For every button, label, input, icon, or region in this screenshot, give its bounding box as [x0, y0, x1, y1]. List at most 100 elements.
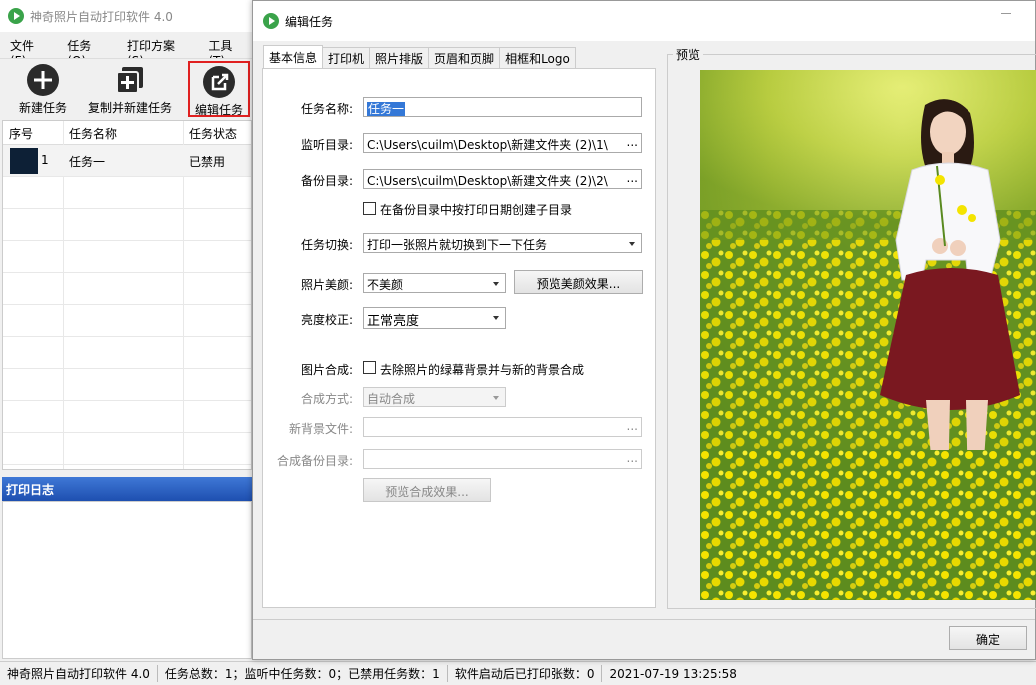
new-bg-input[interactable]: ... [363, 417, 642, 437]
dialog-title-bar: 编辑任务 [253, 1, 1035, 41]
compose-mode-value: 自动合成 [367, 392, 416, 406]
app-icon [8, 8, 24, 24]
tab-printer[interactable]: 打印机 [322, 47, 371, 69]
task-switch-value: 打印一张照片就切换到下一下任务 [367, 238, 548, 252]
dialog-title: 编辑任务 [285, 14, 334, 29]
edit-task-dialog: 编辑任务 基本信息 打印机 照片排版 页眉和页脚 相框和Logo 任务名称: 任… [252, 0, 1036, 660]
table-row-empty [3, 401, 251, 433]
basic-info-panel: 任务名称: 任务一 监听目录: C:\Users\cuilm\Desktop\新… [262, 68, 656, 608]
app-icon [263, 13, 279, 29]
subdir-checkbox[interactable] [363, 202, 376, 215]
plus-icon [27, 64, 59, 96]
table-row-empty [3, 337, 251, 369]
preview-photo-image [700, 70, 1036, 600]
task-table: 序号 任务名称 任务状态 1 任务一 已禁用 [2, 120, 252, 470]
tab-photo-layout[interactable]: 照片排版 [369, 47, 430, 69]
menu-print-plan[interactable]: 打印方案(S) [117, 34, 198, 68]
row-name: 任务一 [69, 155, 106, 169]
edit-task-button[interactable]: 编辑任务 [188, 61, 250, 117]
table-row-empty [3, 241, 251, 273]
backup-dir-value: C:\Users\cuilm\Desktop\新建文件夹 (2)\2\ [367, 174, 608, 188]
new-bg-label: 新背景文件: [288, 422, 353, 436]
chevron-down-icon [493, 396, 499, 400]
brightness-label: 亮度校正: [300, 313, 353, 327]
brightness-select[interactable]: 正常亮度 [363, 307, 506, 329]
task-name-label: 任务名称: [300, 102, 353, 116]
copy-new-task-button[interactable]: 复制并新建任务 [84, 61, 176, 117]
compose-backup-label: 合成备份目录: [276, 454, 353, 468]
status-counts: 任务总数：1；监听中任务数：0；已禁用任务数：1 [158, 665, 448, 682]
new-task-button[interactable]: 新建任务 [12, 61, 74, 117]
task-switch-select[interactable]: 打印一张照片就切换到下一下任务 [363, 233, 642, 253]
compose-label: 图片合成: [300, 363, 353, 377]
copy-add-icon [114, 64, 146, 96]
table-row-empty [3, 177, 251, 209]
main-title: 神奇照片自动打印软件 4.0 [30, 9, 173, 24]
table-row-empty [3, 369, 251, 401]
compose-checkbox[interactable] [363, 361, 376, 374]
row-status: 已禁用 [189, 155, 226, 169]
compose-backup-browse-button[interactable]: ... [627, 451, 638, 465]
beauty-value: 不美颜 [367, 278, 404, 292]
copy-new-task-label: 复制并新建任务 [87, 101, 172, 115]
beauty-label: 照片美颜: [300, 278, 353, 292]
backup-dir-input[interactable]: C:\Users\cuilm\Desktop\新建文件夹 (2)\2\ ... [363, 169, 642, 189]
chevron-down-icon [493, 282, 499, 286]
status-printed: 软件启动后已打印张数：0 [448, 665, 603, 682]
watch-dir-browse-button[interactable]: ... [627, 135, 638, 149]
col-header-name[interactable]: 任务名称 [69, 125, 117, 142]
preview-legend: 预览 [673, 46, 704, 63]
backup-dir-label: 备份目录: [300, 174, 353, 188]
tab-header-footer[interactable]: 页眉和页脚 [428, 47, 501, 69]
status-app: 神奇照片自动打印软件 4.0 [0, 665, 158, 682]
table-row-empty [3, 209, 251, 241]
print-log-area[interactable] [2, 501, 252, 659]
new-task-label: 新建任务 [18, 101, 67, 115]
status-bar: 神奇照片自动打印软件 4.0 任务总数：1；监听中任务数：0；已禁用任务数：1 … [0, 661, 1036, 685]
table-header: 序号 任务名称 任务状态 [3, 121, 251, 145]
col-header-status[interactable]: 任务状态 [189, 125, 237, 142]
tab-frame-logo[interactable]: 相框和Logo [499, 47, 576, 69]
compose-mode-label: 合成方式: [300, 392, 353, 406]
menu-task[interactable]: 任务(O) [57, 34, 117, 68]
compose-mode-select[interactable]: 自动合成 [363, 387, 506, 407]
backup-dir-browse-button[interactable]: ... [627, 171, 638, 185]
menu-file[interactable]: 文件(F) [0, 34, 57, 68]
menu-tools[interactable]: 工具(T) [198, 34, 256, 68]
compose-backup-input[interactable]: ... [363, 449, 642, 469]
compose-checkbox-label: 去除照片的绿幕背景并与新的背景合成 [380, 363, 585, 377]
brightness-value: 正常亮度 [367, 314, 420, 329]
row-selector [10, 148, 38, 174]
task-name-input[interactable]: 任务一 [363, 97, 642, 117]
ok-button[interactable]: 确定 [949, 626, 1027, 650]
table-row-empty [3, 433, 251, 465]
dialog-tabs: 基本信息 打印机 照片排版 页眉和页脚 相框和Logo [263, 45, 576, 69]
beauty-select[interactable]: 不美颜 [363, 273, 506, 293]
watch-dir-label: 监听目录: [300, 138, 353, 152]
task-switch-label: 任务切换: [300, 238, 353, 252]
dialog-divider [253, 619, 1035, 620]
table-row[interactable]: 1 任务一 已禁用 [3, 145, 251, 177]
chevron-down-icon [629, 242, 635, 246]
preview-photo [700, 70, 1036, 600]
chevron-down-icon [493, 316, 499, 320]
menu-bar: 文件(F) 任务(O) 打印方案(S) 工具(T) [0, 34, 256, 68]
watch-dir-value: C:\Users\cuilm\Desktop\新建文件夹 (2)\1\ [367, 138, 608, 152]
task-name-value: 任务一 [367, 102, 406, 116]
new-bg-browse-button[interactable]: ... [627, 419, 638, 433]
table-row-empty [3, 305, 251, 337]
minimize-icon[interactable] [1001, 13, 1011, 14]
watch-dir-input[interactable]: C:\Users\cuilm\Desktop\新建文件夹 (2)\1\ ... [363, 133, 642, 153]
status-time: 2021-07-19 13:25:58 [609, 666, 737, 681]
edit-icon [203, 66, 235, 98]
toolbar: 新建任务 复制并新建任务 编辑任务 [0, 58, 254, 118]
tab-basic-info[interactable]: 基本信息 [263, 45, 324, 69]
preview-compose-button[interactable]: 预览合成效果... [363, 478, 491, 502]
subdir-checkbox-label: 在备份目录中按打印日期创建子目录 [380, 203, 573, 217]
col-header-index[interactable]: 序号 [9, 125, 33, 142]
main-title-bar: 神奇照片自动打印软件 4.0 [0, 0, 260, 32]
print-log-title: 打印日志 [2, 477, 252, 501]
edit-task-label: 编辑任务 [194, 103, 243, 117]
table-row-empty [3, 273, 251, 305]
preview-beauty-button[interactable]: 预览美颜效果... [514, 270, 643, 294]
